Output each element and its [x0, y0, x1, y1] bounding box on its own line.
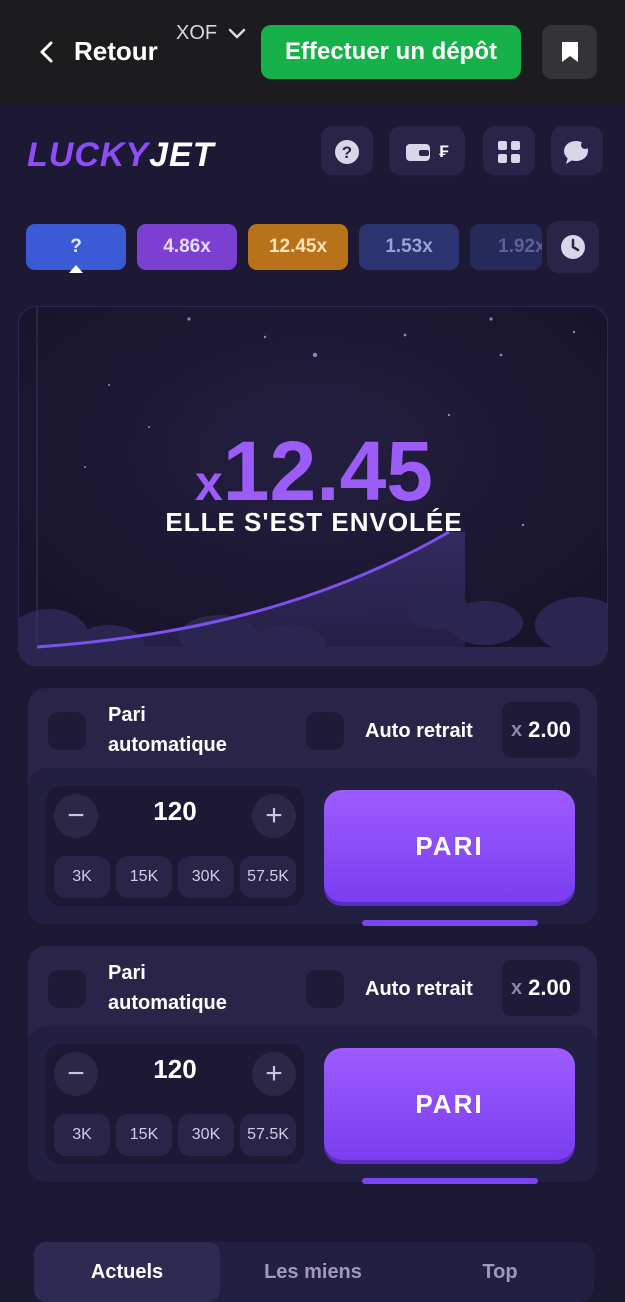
auto-bet-label: Pari automatique [108, 704, 227, 756]
auto-cashout-checkbox[interactable] [306, 712, 344, 750]
history-button[interactable] [547, 221, 599, 273]
wallet-balance: ₣ [439, 142, 449, 161]
svg-text:?: ? [342, 143, 352, 162]
history-item: 4.86x [137, 224, 237, 270]
auto-bet-checkbox[interactable] [48, 712, 86, 750]
chat-icon [564, 141, 589, 164]
currency-selector[interactable]: XOF [176, 22, 247, 45]
stake-box: − 120 + 3K 15K 30K 57.5K [46, 1044, 304, 1164]
bet-panel-2: Pari automatique Auto retrait x 2.00 − 12… [28, 946, 597, 1184]
quick-amount-chip[interactable]: 3K [54, 856, 110, 898]
history-item: 1.53x [359, 224, 459, 270]
chevron-left-icon [40, 41, 53, 62]
game-canvas: x12.45 ELLE S'EST ENVOLÉE [18, 306, 608, 666]
bet-button[interactable]: PARI [324, 790, 575, 902]
auto-bet-label: Pari automatique [108, 962, 227, 1014]
back-label: Retour [74, 36, 158, 66]
tab-les-miens[interactable]: Les miens [220, 1242, 406, 1302]
wallet-icon [406, 144, 431, 161]
bet-amount-input[interactable]: 120 [106, 796, 244, 827]
quick-amount-chip[interactable]: 15K [116, 856, 172, 898]
wallet-button[interactable]: ₣ [389, 126, 465, 178]
current-marker-icon [69, 265, 83, 273]
game-area: LUCKYJET ? ₣ ? 4.86x 12.45x 1.53x 1.92x [0, 104, 625, 1302]
lucky-jet-logo: LUCKYJET [27, 136, 215, 174]
chevron-down-icon [228, 28, 246, 39]
bet-amount-input[interactable]: 120 [106, 1054, 244, 1085]
history-item: 1.92x [470, 224, 542, 270]
currency-label: XOF [176, 22, 218, 44]
bet-button[interactable]: PARI [324, 1048, 575, 1160]
tab-actuels[interactable]: Actuels [34, 1242, 220, 1302]
auto-cashout-input[interactable]: x 2.00 [502, 960, 580, 1016]
auto-cashout-label: Auto retrait [365, 978, 473, 1000]
decrease-button[interactable]: − [54, 794, 98, 838]
quick-amount-chip[interactable]: 57.5K [240, 1114, 296, 1156]
bet-button-indicator [362, 1178, 538, 1184]
quick-amount-chip[interactable]: 15K [116, 1114, 172, 1156]
quick-amount-chip[interactable]: 57.5K [240, 856, 296, 898]
quick-amount-chip[interactable]: 3K [54, 1114, 110, 1156]
bet-button-indicator [362, 920, 538, 926]
stake-box: − 120 + 3K 15K 30K 57.5K [46, 786, 304, 906]
help-button[interactable]: ? [321, 126, 373, 178]
deposit-button[interactable]: Effectuer un dépôt [261, 25, 521, 79]
history-item: 12.45x [248, 224, 348, 270]
auto-cashout-label: Auto retrait [365, 720, 473, 742]
browser-top-bar: Retour XOF Effectuer un dépôt [0, 0, 625, 104]
quick-amount-chip[interactable]: 30K [178, 1114, 234, 1156]
increase-button[interactable]: + [252, 794, 296, 838]
auto-bet-checkbox[interactable] [48, 970, 86, 1008]
auto-cashout-checkbox[interactable] [306, 970, 344, 1008]
bets-tabs: Actuels Les miens Top [34, 1242, 594, 1302]
auto-cashout-input[interactable]: x 2.00 [502, 702, 580, 758]
bookmark-button[interactable] [542, 25, 597, 79]
clock-icon [561, 235, 585, 259]
bet-panel-1: Pari automatique Auto retrait x 2.00 − 12… [28, 688, 597, 926]
menu-button[interactable] [483, 126, 535, 178]
tab-top[interactable]: Top [406, 1242, 594, 1302]
increase-button[interactable]: + [252, 1052, 296, 1096]
flew-away-text: ELLE S'EST ENVOLÉE [165, 507, 463, 537]
back-button[interactable]: Retour [34, 36, 158, 67]
question-icon: ? [335, 140, 359, 164]
quick-amount-chip[interactable]: 30K [178, 856, 234, 898]
chat-button[interactable] [551, 126, 603, 178]
bookmark-icon [561, 42, 578, 62]
decrease-button[interactable]: − [54, 1052, 98, 1096]
grid-icon [498, 141, 520, 163]
bet-controls: − 120 + 3K 15K 30K 57.5K PARI [28, 768, 597, 926]
bet-controls: − 120 + 3K 15K 30K 57.5K PARI [28, 1026, 597, 1184]
crash-multiplier: x12.45 [194, 424, 434, 518]
